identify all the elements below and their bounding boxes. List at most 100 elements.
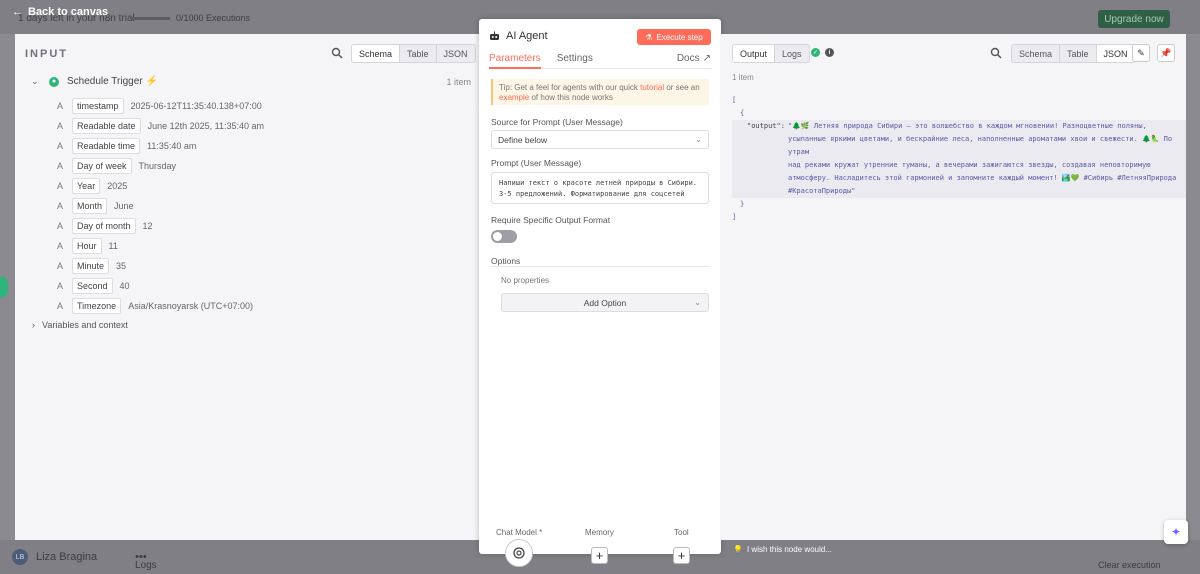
- require-format-label: Require Specific Output Format: [491, 215, 611, 225]
- field-key[interactable]: Month: [72, 198, 108, 214]
- string-type-icon: A: [57, 221, 64, 231]
- variables-and-context[interactable]: › Variables and context: [32, 320, 128, 330]
- field-key[interactable]: Year: [72, 178, 101, 194]
- avatar: LB: [12, 549, 28, 565]
- schedule-trigger-row[interactable]: ⌄ ● Schedule Trigger ⚡ 1 item: [31, 76, 471, 87]
- input-title: INPUT: [25, 48, 68, 60]
- string-type-icon: A: [57, 181, 64, 191]
- field-row[interactable]: Atimestamp 2025-06-12T11:35:40.138+07:00: [57, 96, 264, 116]
- agent-header: AI Agent: [489, 30, 548, 42]
- json-bracket: [: [732, 96, 737, 104]
- chevron-down-icon: ⌄: [695, 135, 702, 144]
- search-icon[interactable]: [331, 47, 343, 59]
- pin-data-button[interactable]: 📌: [1157, 44, 1175, 62]
- field-value: 11:35:40 am: [147, 141, 197, 151]
- chat-model-node[interactable]: [505, 539, 533, 567]
- field-value: June: [114, 201, 134, 211]
- user-name: Liza Bragina: [36, 551, 98, 563]
- logs-tab[interactable]: Logs: [774, 45, 809, 62]
- input-view-schema[interactable]: Schema: [352, 45, 400, 62]
- output-tab[interactable]: Output: [733, 45, 775, 62]
- require-format-toggle[interactable]: [491, 230, 517, 243]
- field-list: Atimestamp 2025-06-12T11:35:40.138+07:00 …: [57, 96, 264, 316]
- field-key[interactable]: Readable date: [72, 118, 141, 134]
- json-output: [ { "output": "🌲🌿 Летняя природа Сибири …: [732, 94, 1186, 224]
- tip-prefix: Tip: Get a feel for agents with our quic…: [499, 83, 641, 92]
- tutorial-link[interactable]: tutorial: [640, 83, 664, 92]
- feedback-link[interactable]: 💡 I wish this node would...: [733, 545, 832, 554]
- field-row[interactable]: A Timezone Asia/Krasnoyarsk (UTC+07:00): [57, 296, 264, 316]
- json-brace: }: [740, 200, 745, 208]
- tab-parameters[interactable]: Parameters: [489, 53, 541, 69]
- field-key[interactable]: Readable time: [72, 138, 141, 154]
- field-value: 35: [116, 261, 127, 271]
- json-brace: {: [740, 109, 745, 117]
- field-key[interactable]: Day of month: [72, 218, 136, 234]
- chevron-right-icon[interactable]: ›: [32, 320, 35, 330]
- input-view-json[interactable]: JSON: [435, 45, 475, 62]
- field-value: 40: [119, 281, 130, 291]
- ai-assistant-button[interactable]: ✦: [1164, 520, 1188, 544]
- field-value: 2025: [107, 181, 128, 191]
- add-tool-button[interactable]: +: [673, 547, 690, 564]
- field-row[interactable]: A Second 40: [57, 276, 264, 296]
- user-menu[interactable]: LB Liza Bragina •••: [12, 549, 147, 565]
- execute-step-button[interactable]: ⚗ Execute step: [637, 29, 711, 45]
- field-key[interactable]: Minute: [72, 258, 110, 274]
- trial-progress: [130, 17, 170, 20]
- field-row[interactable]: A Minute 35: [57, 256, 264, 276]
- output-format-toggle: Schema Table JSON: [1011, 44, 1136, 63]
- field-row[interactable]: A Day of month 12: [57, 216, 264, 236]
- add-option-button[interactable]: Add Option ⌄: [501, 293, 709, 312]
- example-link[interactable]: example: [499, 93, 529, 102]
- field-row[interactable]: A Readable time 11:35:40 am: [57, 136, 264, 156]
- field-row[interactable]: A Year 2025: [57, 176, 264, 196]
- execute-label: Execute step: [656, 32, 703, 42]
- field-key[interactable]: Timezone: [72, 298, 122, 314]
- clear-execution-button[interactable]: Clear execution: [1098, 560, 1161, 570]
- field-row[interactable]: A Month June: [57, 196, 264, 216]
- logs-label[interactable]: Logs: [135, 560, 157, 571]
- source-select[interactable]: Define below ⌄: [491, 130, 709, 149]
- field-key[interactable]: Day of week: [72, 158, 132, 174]
- field-key[interactable]: timestamp: [72, 98, 124, 114]
- upgrade-button[interactable]: Upgrade now: [1098, 10, 1170, 28]
- output-format-schema[interactable]: Schema: [1012, 45, 1059, 62]
- field-row[interactable]: A Day of week Thursday: [57, 156, 264, 176]
- json-key: "output":: [747, 122, 785, 130]
- chevron-down-icon[interactable]: ⌄: [31, 76, 41, 87]
- field-value: Asia/Krasnoyarsk (UTC+07:00): [128, 301, 253, 311]
- field-row[interactable]: A Readable date June 12th 2025, 11:35:40 a…: [57, 116, 264, 136]
- field-row[interactable]: A Hour 11: [57, 236, 264, 256]
- string-type-icon: A: [57, 141, 64, 151]
- variables-label: Variables and context: [42, 320, 128, 330]
- agent-tabs: Parameters Settings Docs ↗: [489, 53, 711, 69]
- prompt-textarea[interactable]: Напиши текст о красоте летней природы в …: [491, 172, 709, 204]
- back-to-canvas-link[interactable]: ← Back to canvas: [12, 6, 108, 18]
- field-key[interactable]: Second: [72, 278, 113, 294]
- output-format-json[interactable]: JSON: [1095, 45, 1135, 62]
- docs-link[interactable]: Docs ↗: [677, 53, 711, 68]
- output-format-table[interactable]: Table: [1059, 45, 1096, 62]
- input-view-toggle: Schema Table JSON: [351, 44, 476, 63]
- edit-output-button[interactable]: ✎: [1132, 44, 1150, 62]
- info-icon[interactable]: i: [825, 48, 834, 57]
- plus-icon: +: [595, 548, 604, 563]
- field-key[interactable]: Hour: [72, 238, 102, 254]
- clock-icon: ●: [49, 76, 59, 87]
- chat-model-label: Chat Model *: [496, 528, 543, 537]
- options-label: Options: [491, 256, 521, 266]
- add-memory-button[interactable]: +: [591, 547, 608, 564]
- json-bracket: ]: [732, 213, 737, 221]
- search-icon[interactable]: [990, 47, 1002, 59]
- input-view-table[interactable]: Table: [399, 45, 436, 62]
- json-string-line: "🌲🌿 Летняя природа Сибири — это волшебст…: [788, 122, 1147, 130]
- toggle-knob: [493, 232, 502, 241]
- add-option-label: Add Option: [583, 297, 627, 308]
- field-value: Thursday: [138, 161, 177, 171]
- robot-icon: [490, 31, 499, 40]
- success-icon: ✓: [811, 48, 820, 57]
- tab-settings[interactable]: Settings: [557, 53, 593, 69]
- tip-middle: or see an: [664, 83, 700, 92]
- json-output-entry[interactable]: "output": "🌲🌿 Летняя природа Сибири — эт…: [732, 120, 1186, 198]
